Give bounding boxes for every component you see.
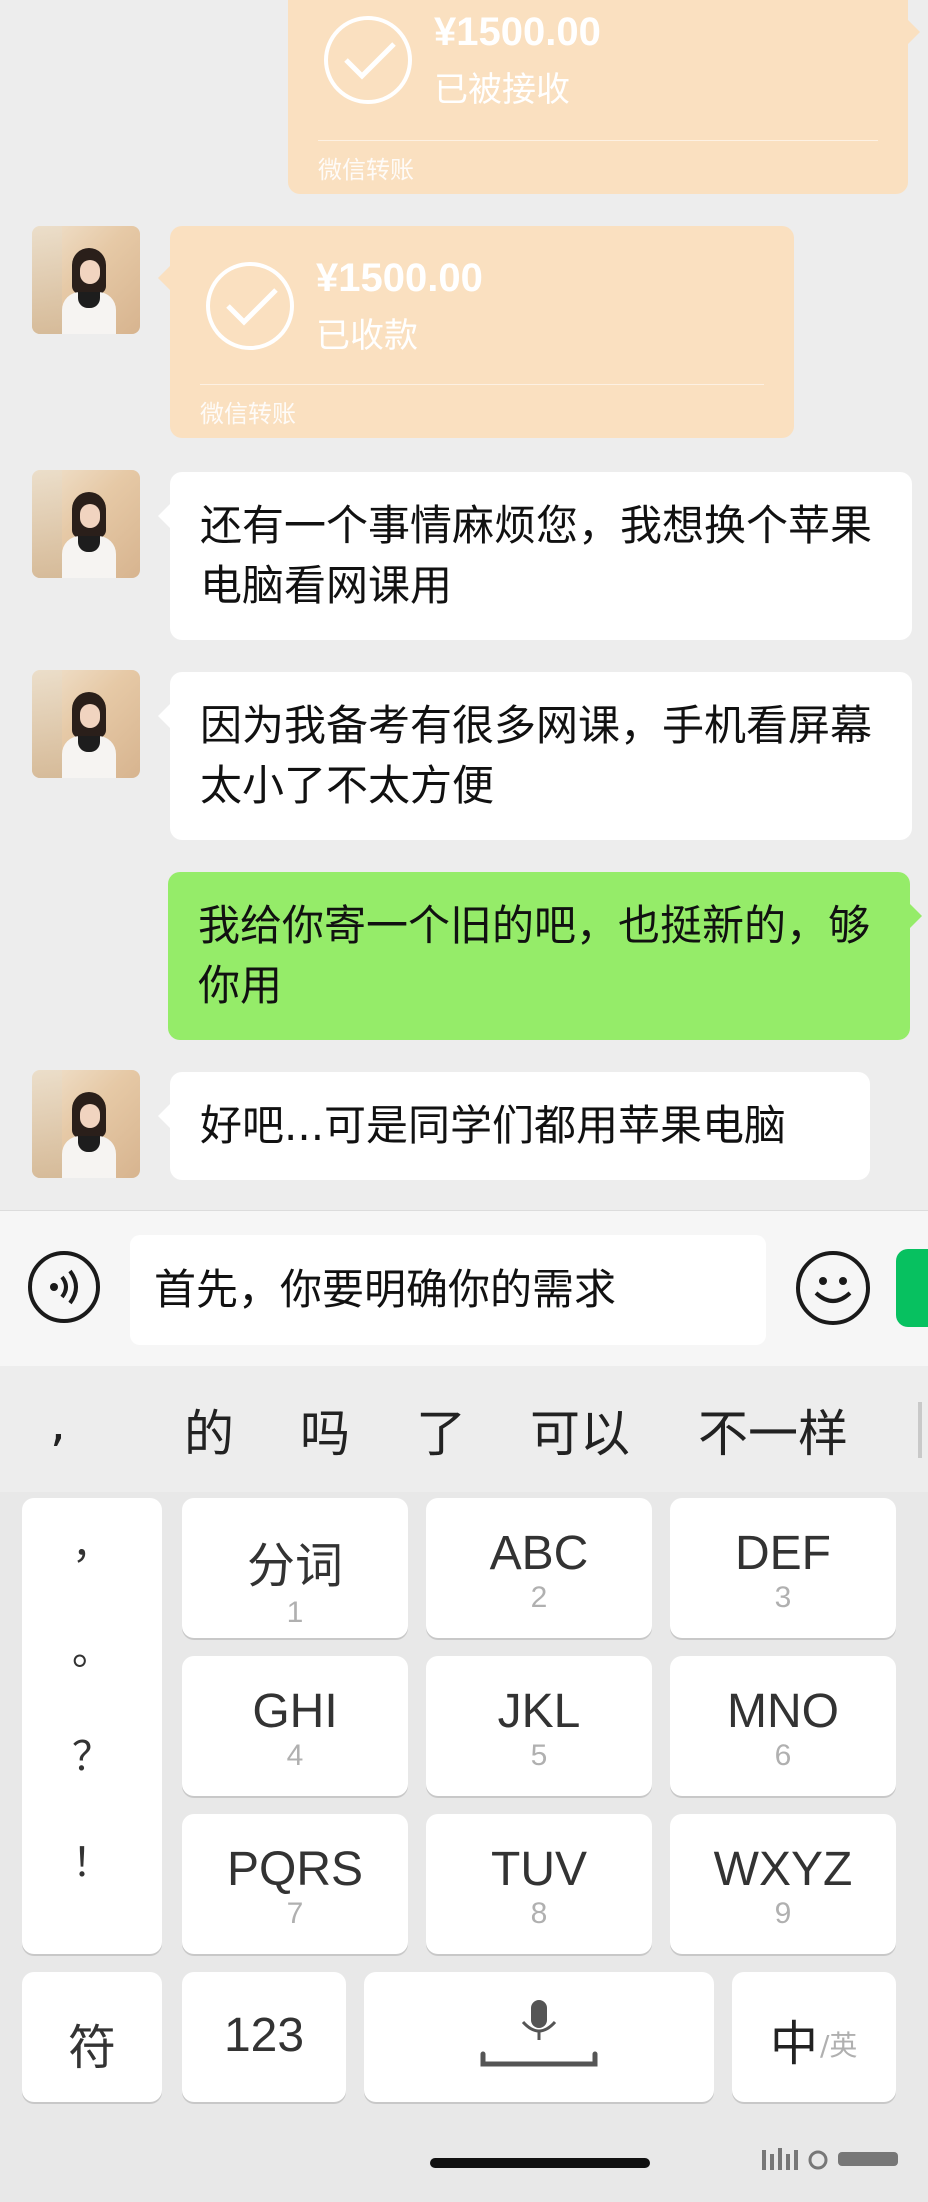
punctuation-key[interactable]: ？ [22,1724,162,1782]
key-1[interactable]: 分词 1 [182,1498,408,1638]
lang-main: 中 [770,2016,819,2072]
transfer-card-sent[interactable]: ¥1500.00 已被接收 微信转账 [288,0,920,194]
message-text: 好吧...可是同学们都用苹果电脑 [200,1101,787,1150]
key-8[interactable]: TUV 8 [426,1814,652,1954]
message-bubble-received[interactable]: 因为我备考有很多网课，手机看屏幕太小了不太方便 [158,672,912,840]
punctuation-column: ， 。 ？ ！ [22,1498,162,1954]
punctuation-key[interactable]: 。 [22,1618,162,1676]
transfer-status: 已被接收 [434,70,570,110]
contact-avatar[interactable] [32,226,140,334]
space-key[interactable] [364,1972,714,2102]
emoji-icon[interactable] [796,1251,870,1325]
punctuation-key[interactable]: ， [22,1512,162,1570]
message-bubble-received[interactable]: 还有一个事情麻烦您，我想换个苹果电脑看网课用 [158,472,912,640]
send-button[interactable] [896,1249,928,1327]
key-7[interactable]: PQRS 7 [182,1814,408,1954]
contact-avatar[interactable] [32,1070,140,1178]
candidate-bar: , 的 吗 了 可以 不一样 [0,1366,928,1492]
key-6[interactable]: MNO 6 [670,1656,896,1796]
message-input[interactable]: 首先，你要明确你的需求 [130,1235,766,1345]
key-9[interactable]: WXYZ 9 [670,1814,896,1954]
check-circle-icon [206,262,294,350]
home-indicator[interactable] [430,2158,650,2168]
contact-avatar[interactable] [32,470,140,578]
voice-input-icon[interactable] [28,1251,100,1323]
candidate-word[interactable]: 吗 [300,1394,350,1466]
input-bar: 首先，你要明确你的需求 [0,1210,928,1367]
transfer-source: 微信转账 [318,156,414,184]
language-switch-key[interactable]: 中 /英 [732,1972,896,2102]
transfer-amount: ¥1500.00 [316,256,483,300]
watermark [758,2144,908,2181]
candidate-word[interactable]: 可以 [530,1394,630,1466]
message-text: 我给你寄一个旧的吧，也挺新的，够你用 [198,901,871,1010]
contact-avatar[interactable] [32,670,140,778]
transfer-status: 已收款 [316,316,418,356]
message-text: 还有一个事情麻烦您，我想换个苹果电脑看网课用 [200,501,873,610]
ime-keyboard: ， 。 ？ ！ 分词 1 ABC 2 DEF 3 GHI 4 JKL 5 MNO… [0,1492,928,2202]
message-bubble-received[interactable]: 好吧...可是同学们都用苹果电脑 [158,1072,870,1180]
lang-alt: /英 [820,2029,858,2062]
message-text: 因为我备考有很多网课，手机看屏幕太小了不太方便 [200,701,873,810]
chat-area: ¥1500.00 已被接收 微信转账 ¥1500.00 已收款 微信转账 还有一… [0,0,928,1210]
candidate-expand-handle[interactable] [918,1402,922,1458]
candidate-word[interactable]: 的 [184,1394,234,1466]
check-circle-icon [324,16,412,104]
key-3[interactable]: DEF 3 [670,1498,896,1638]
candidate-word[interactable]: , [50,1394,66,1452]
key-4[interactable]: GHI 4 [182,1656,408,1796]
key-5[interactable]: JKL 5 [426,1656,652,1796]
message-bubble-sent[interactable]: 我给你寄一个旧的吧，也挺新的，够你用 [168,872,922,1040]
symbols-key[interactable]: 符 [22,1972,162,2102]
numbers-key[interactable]: 123 [182,1972,346,2102]
transfer-divider [318,140,878,141]
microphone-icon [480,2000,598,2067]
transfer-amount: ¥1500.00 [434,10,601,54]
key-2[interactable]: ABC 2 [426,1498,652,1638]
transfer-source: 微信转账 [200,400,296,428]
transfer-card-received[interactable]: ¥1500.00 已收款 微信转账 [158,226,794,438]
candidate-word[interactable]: 不一样 [698,1394,848,1466]
transfer-divider [200,384,764,385]
candidate-word[interactable]: 了 [416,1394,466,1466]
punctuation-key[interactable]: ！ [22,1830,162,1888]
